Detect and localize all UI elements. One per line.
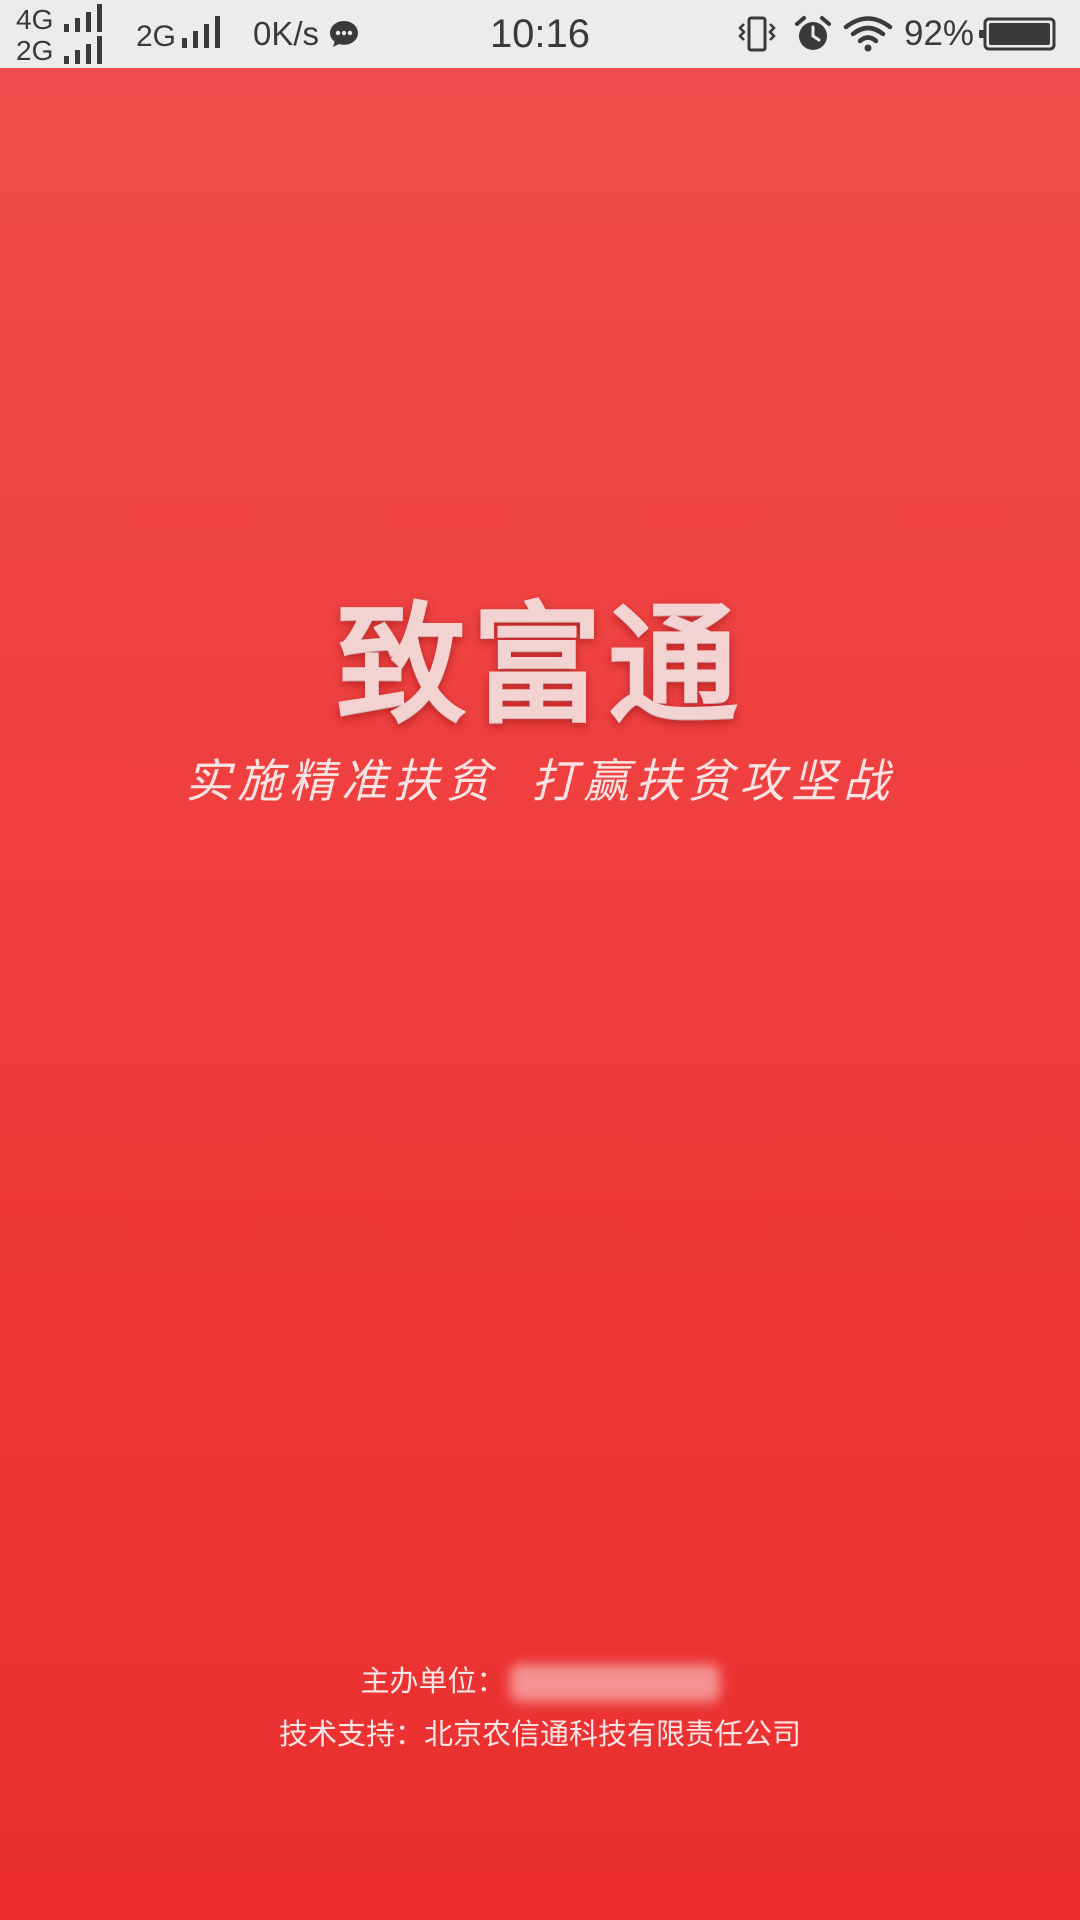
- status-bar: 4G 2G 2G 0K/s 10:16 92%: [0, 0, 1080, 68]
- splash-screen: 致富通 实施精准扶贫 打赢扶贫攻坚战 主办单位： 技术支持：北京农信通科技有限责任…: [0, 68, 1080, 1920]
- support-label: 技术支持：: [278, 1717, 424, 1751]
- alarm-icon: [795, 16, 831, 50]
- support-company: 北京农信通科技有限责任公司: [424, 1717, 802, 1751]
- battery-percent: 92%: [904, 14, 975, 53]
- vibrate-icon: [738, 16, 776, 52]
- slogan-part-2: 打赢扶贫攻坚战: [531, 754, 895, 808]
- wifi-icon: [843, 16, 893, 52]
- organizer-label: 主办单位：: [360, 1664, 506, 1698]
- tech-support-credit: 技术支持：北京农信通科技有限责任公司: [0, 1711, 1080, 1753]
- battery-icon: [979, 17, 1056, 51]
- slogan-part-1: 实施精准扶贫: [185, 754, 497, 808]
- slogan: 实施精准扶贫 打赢扶贫攻坚战: [0, 751, 1080, 811]
- app-logo-title: 致富通: [335, 589, 744, 741]
- redacted-organizer-name: [509, 1664, 720, 1702]
- organizer-credit: 主办单位：: [0, 1658, 1080, 1702]
